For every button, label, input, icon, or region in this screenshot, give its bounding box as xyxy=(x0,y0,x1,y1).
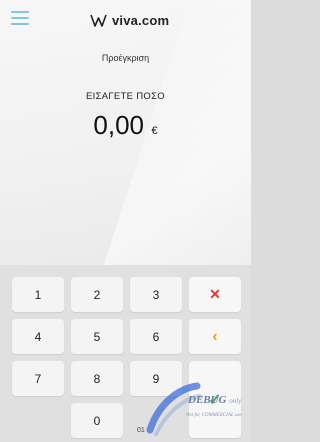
amount-panel: viva.com Προέγκριση ΕΙΣΑΓΕΤΕ ΠΟΣΟ 0,00 € xyxy=(0,0,251,265)
numeric-keypad: 1 2 3 ✕ 4 5 6 ‹ 7 8 9 ✓ 0 xyxy=(0,265,251,442)
key-2[interactable]: 2 xyxy=(71,277,123,312)
transaction-type-label: Προέγκριση xyxy=(101,53,150,63)
terminal-label: 01 xyxy=(137,427,145,434)
viva-logo-icon xyxy=(90,14,107,27)
amount-value: 0,00 xyxy=(93,110,145,140)
brand-name: viva.com xyxy=(112,12,170,28)
key-0[interactable]: 0 xyxy=(71,403,123,438)
clear-button[interactable]: ✕ xyxy=(189,277,241,312)
brand-logo: viva.com xyxy=(90,11,169,29)
key-3[interactable]: 3 xyxy=(130,277,182,312)
confirm-button[interactable]: ✓ xyxy=(189,361,241,438)
amount-display: 0,00 € xyxy=(0,110,251,141)
enter-amount-prompt: ΕΙΣΑΓΕΤΕ ΠΟΣΟ xyxy=(86,91,165,102)
app-screen: viva.com Προέγκριση ΕΙΣΑΓΕΤΕ ΠΟΣΟ 0,00 €… xyxy=(0,0,251,442)
key-1[interactable]: 1 xyxy=(12,277,64,312)
key-9[interactable]: 9 xyxy=(130,361,182,396)
currency-symbol: € xyxy=(151,125,158,137)
key-5[interactable]: 5 xyxy=(71,319,123,354)
key-4[interactable]: 4 xyxy=(12,319,64,354)
close-icon: ✕ xyxy=(209,286,221,302)
chevron-left-icon: ‹ xyxy=(212,327,218,345)
hamburger-menu-icon[interactable] xyxy=(11,11,29,25)
key-6[interactable]: 6 xyxy=(130,319,182,354)
check-icon: ✓ xyxy=(208,391,222,409)
key-7[interactable]: 7 xyxy=(12,361,64,396)
key-8[interactable]: 8 xyxy=(71,361,123,396)
backspace-button[interactable]: ‹ xyxy=(189,319,241,354)
